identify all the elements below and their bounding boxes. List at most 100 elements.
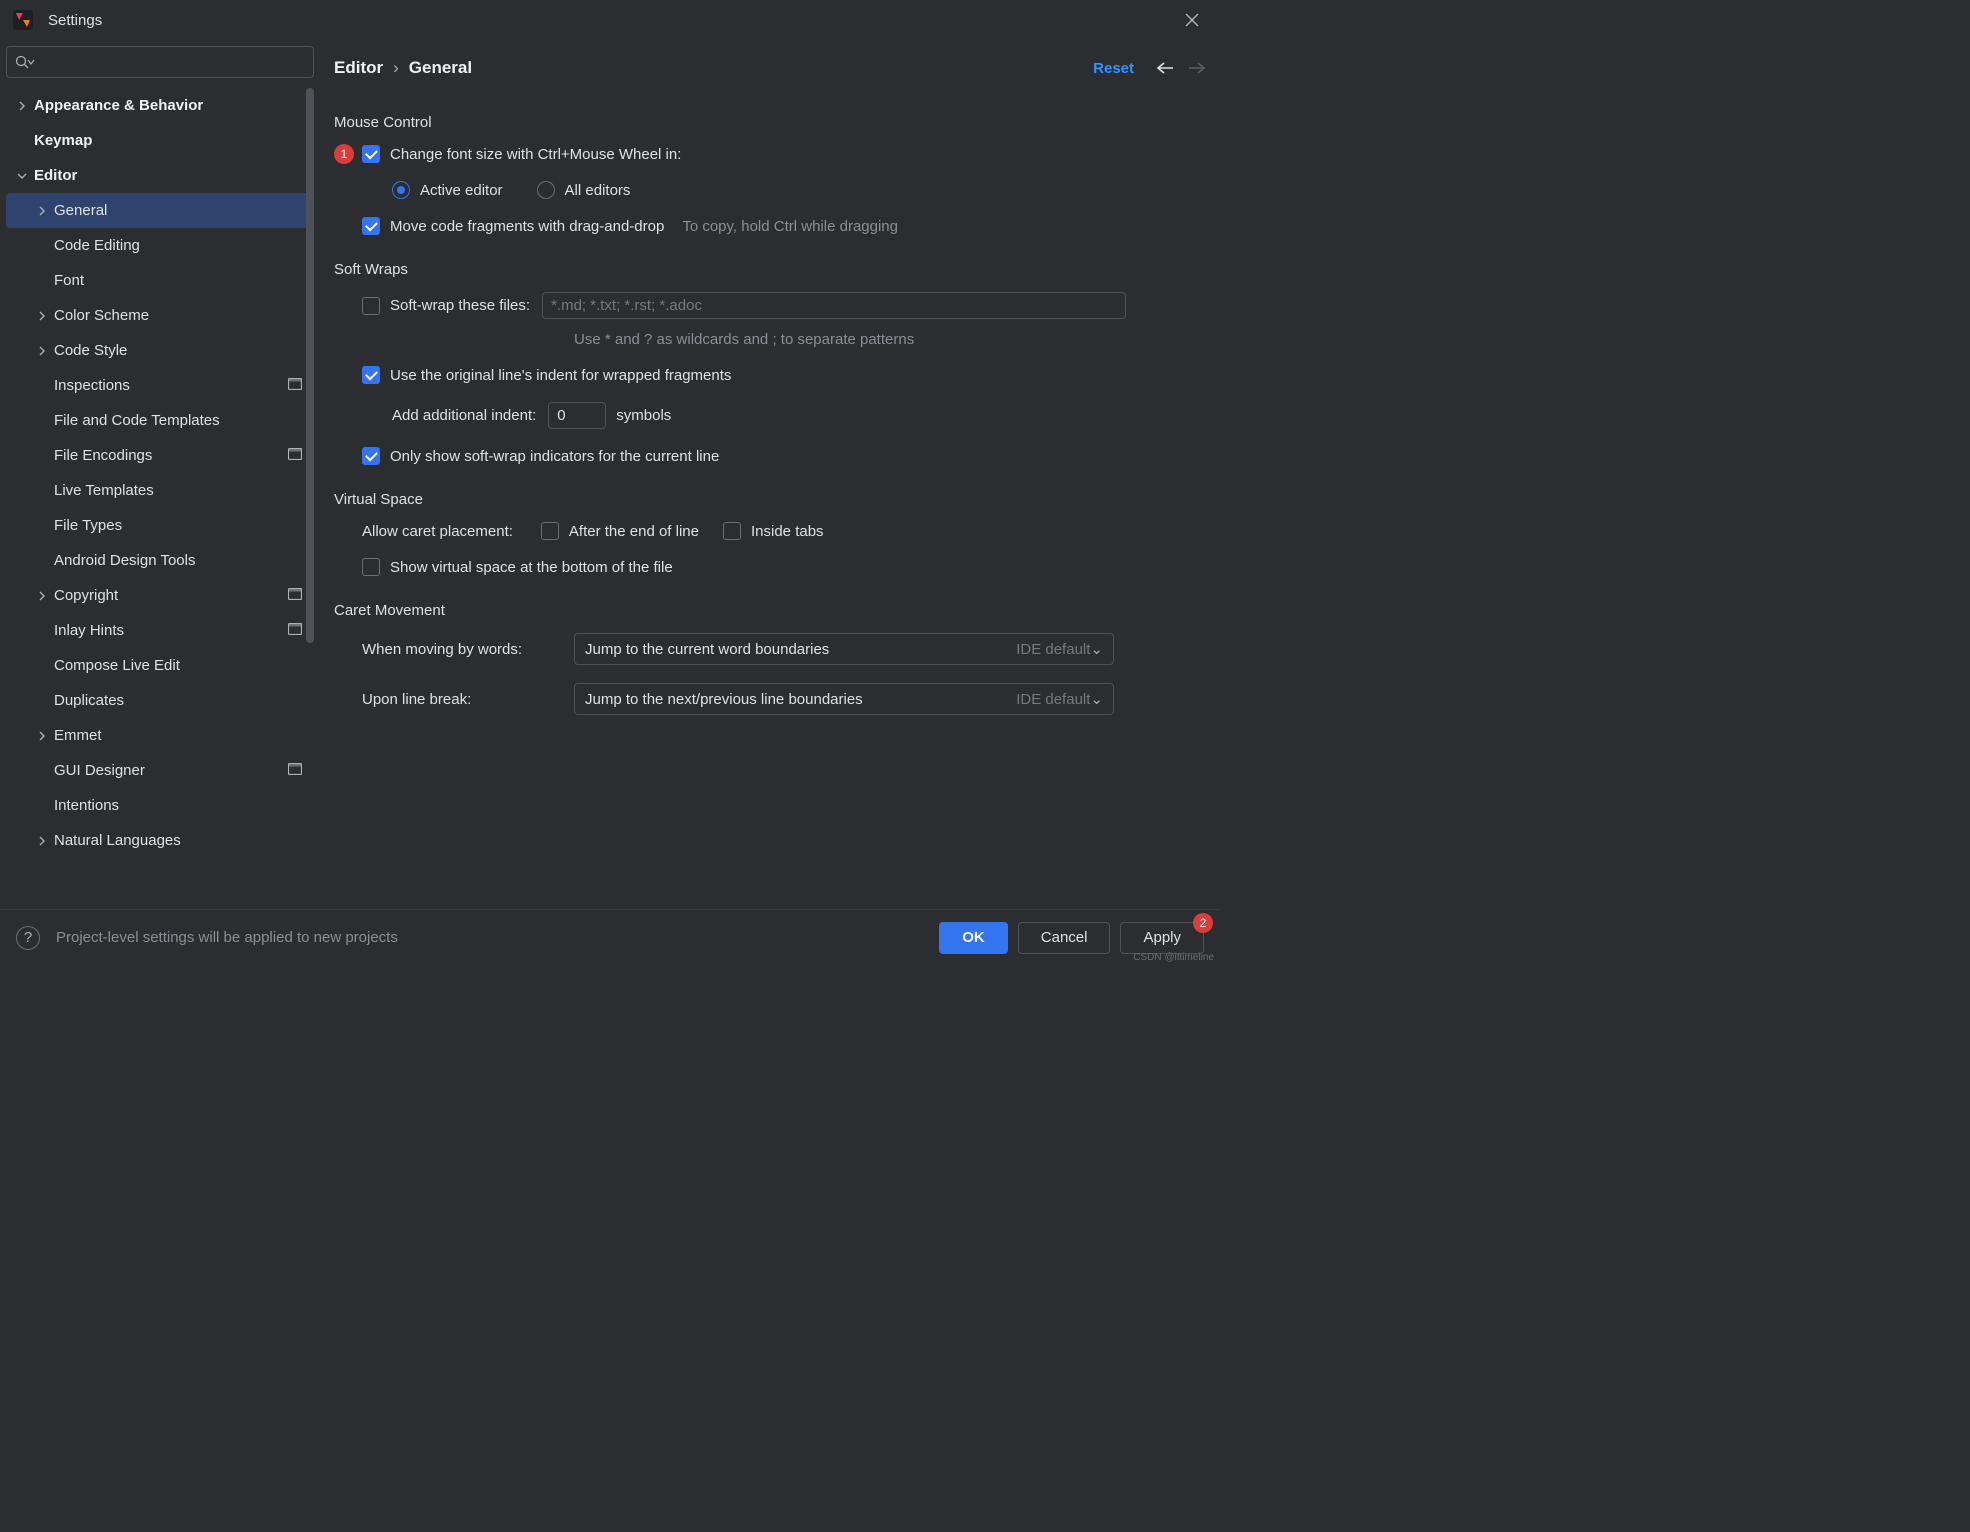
tree-item-label: Code Style [54, 342, 306, 359]
section-mouse-control: Mouse Control [334, 114, 1206, 131]
radio-active-editor[interactable] [392, 181, 410, 199]
tree-item-label: Editor [34, 167, 306, 184]
tree-item-code-editing[interactable]: Code Editing [6, 228, 314, 263]
tree-item-label: Inspections [54, 377, 288, 394]
tree-item-emmet[interactable]: Emmet [6, 718, 314, 753]
tree-item-copyright[interactable]: Copyright [6, 578, 314, 613]
select-moving-by-words[interactable]: Jump to the current word boundaries IDE … [574, 633, 1114, 665]
tree-item-color-scheme[interactable]: Color Scheme [6, 298, 314, 333]
label-allow-caret: Allow caret placement: [362, 523, 513, 540]
select-upon-line-break[interactable]: Jump to the next/previous line boundarie… [574, 683, 1114, 715]
watermark: CSDN @ittimeline [1133, 952, 1214, 963]
checkbox-only-show-indicators[interactable] [362, 447, 380, 465]
tree-item-general[interactable]: General [6, 193, 314, 228]
select-value: Jump to the next/previous line boundarie… [585, 691, 1006, 708]
label-move-fragments: Move code fragments with drag-and-drop [390, 218, 664, 235]
apply-label: Apply [1143, 929, 1181, 946]
tree-item-font[interactable]: Font [6, 263, 314, 298]
project-scope-icon [288, 762, 302, 779]
input-soft-wrap-patterns[interactable] [542, 292, 1126, 319]
project-scope-icon [288, 377, 302, 394]
chevron-icon [10, 101, 34, 111]
breadcrumb-general: General [409, 58, 472, 78]
tree-item-inspections[interactable]: Inspections [6, 368, 314, 403]
tree-item-natural-languages[interactable]: Natural Languages [6, 823, 314, 858]
tree-item-duplicates[interactable]: Duplicates [6, 683, 314, 718]
window-title: Settings [48, 12, 102, 29]
label-all-editors: All editors [565, 182, 631, 199]
tree-item-intentions[interactable]: Intentions [6, 788, 314, 823]
tree-item-file-types[interactable]: File Types [6, 508, 314, 543]
tree-item-label: Compose Live Edit [54, 657, 306, 674]
tree-item-file-encodings[interactable]: File Encodings [6, 438, 314, 473]
checkbox-show-virtual-space[interactable] [362, 558, 380, 576]
tree-item-label: Font [54, 272, 306, 289]
annotation-badge-1: 1 [334, 144, 354, 164]
tree-item-file-and-code-templates[interactable]: File and Code Templates [6, 403, 314, 438]
tree-item-label: GUI Designer [54, 762, 288, 779]
checkbox-change-font-size[interactable] [362, 145, 380, 163]
tree-item-label: Natural Languages [54, 832, 306, 849]
checkbox-use-original-indent[interactable] [362, 366, 380, 384]
tree-item-keymap[interactable]: Keymap [6, 123, 314, 158]
label-inside-tabs: Inside tabs [751, 523, 824, 540]
search-input[interactable] [41, 54, 305, 71]
close-icon[interactable] [1176, 4, 1208, 36]
forward-icon [1188, 61, 1206, 75]
chevron-down-icon: ⌄ [1090, 690, 1103, 708]
bottom-bar: ? Project-level settings will be applied… [0, 909, 1220, 965]
input-additional-indent[interactable] [548, 402, 606, 429]
chevron-icon [30, 731, 54, 741]
search-box[interactable] [6, 46, 314, 78]
label-additional-indent: Add additional indent: [392, 407, 536, 424]
project-scope-icon [288, 587, 302, 604]
checkbox-move-fragments[interactable] [362, 217, 380, 235]
tree-item-label: File and Code Templates [54, 412, 306, 429]
dropdown-icon [27, 58, 35, 66]
chevron-down-icon: ⌄ [1090, 640, 1103, 658]
tree-item-label: Duplicates [54, 692, 306, 709]
chevron-icon [30, 311, 54, 321]
breadcrumb-editor[interactable]: Editor [334, 58, 383, 78]
nav-arrows [1156, 61, 1206, 75]
hint-move-fragments: To copy, hold Ctrl while dragging [682, 218, 898, 235]
footer-hint: Project-level settings will be applied t… [56, 929, 398, 946]
content-panel: Editor › General Reset Mouse Control 1 C… [320, 40, 1220, 888]
project-scope-icon [288, 447, 302, 464]
tree-item-appearance-behavior[interactable]: Appearance & Behavior [6, 88, 314, 123]
scrollbar[interactable] [306, 88, 314, 643]
tree-item-gui-designer[interactable]: GUI Designer [6, 753, 314, 788]
label-upon-line-break: Upon line break: [362, 691, 562, 708]
label-soft-wrap-files: Soft-wrap these files: [390, 297, 530, 314]
label-only-show-indicators: Only show soft-wrap indicators for the c… [390, 448, 719, 465]
hint-wildcards: Use * and ? as wildcards and ; to separa… [574, 331, 914, 348]
tree-item-compose-live-edit[interactable]: Compose Live Edit [6, 648, 314, 683]
tree-item-code-style[interactable]: Code Style [6, 333, 314, 368]
tree-item-inlay-hints[interactable]: Inlay Hints [6, 613, 314, 648]
cancel-button[interactable]: Cancel [1018, 922, 1111, 954]
tree-item-android-design-tools[interactable]: Android Design Tools [6, 543, 314, 578]
tree-item-live-templates[interactable]: Live Templates [6, 473, 314, 508]
section-soft-wraps: Soft Wraps [334, 261, 1206, 278]
project-scope-icon [288, 622, 302, 639]
tree-item-label: Intentions [54, 797, 306, 814]
select-value: Jump to the current word boundaries [585, 641, 1006, 658]
apply-button[interactable]: Apply 2 [1120, 922, 1204, 954]
annotation-badge-2: 2 [1193, 913, 1213, 933]
help-icon[interactable]: ? [16, 926, 40, 950]
settings-tree[interactable]: Appearance & BehaviorKeymap Editor General… [6, 88, 314, 888]
select-default-hint: IDE default [1016, 641, 1090, 658]
sidebar: Appearance & BehaviorKeymap Editor General… [0, 40, 320, 888]
checkbox-soft-wrap-files[interactable] [362, 297, 380, 315]
radio-all-editors[interactable] [537, 181, 555, 199]
checkbox-inside-tabs[interactable] [723, 522, 741, 540]
tree-item-editor[interactable]: Editor [6, 158, 314, 193]
label-symbols: symbols [616, 407, 671, 424]
tree-item-label: Code Editing [54, 237, 306, 254]
ok-button[interactable]: OK [939, 922, 1008, 954]
checkbox-after-eol[interactable] [541, 522, 559, 540]
tree-item-label: Copyright [54, 587, 288, 604]
back-icon[interactable] [1156, 61, 1174, 75]
tree-item-label: File Encodings [54, 447, 288, 464]
reset-link[interactable]: Reset [1093, 60, 1134, 77]
